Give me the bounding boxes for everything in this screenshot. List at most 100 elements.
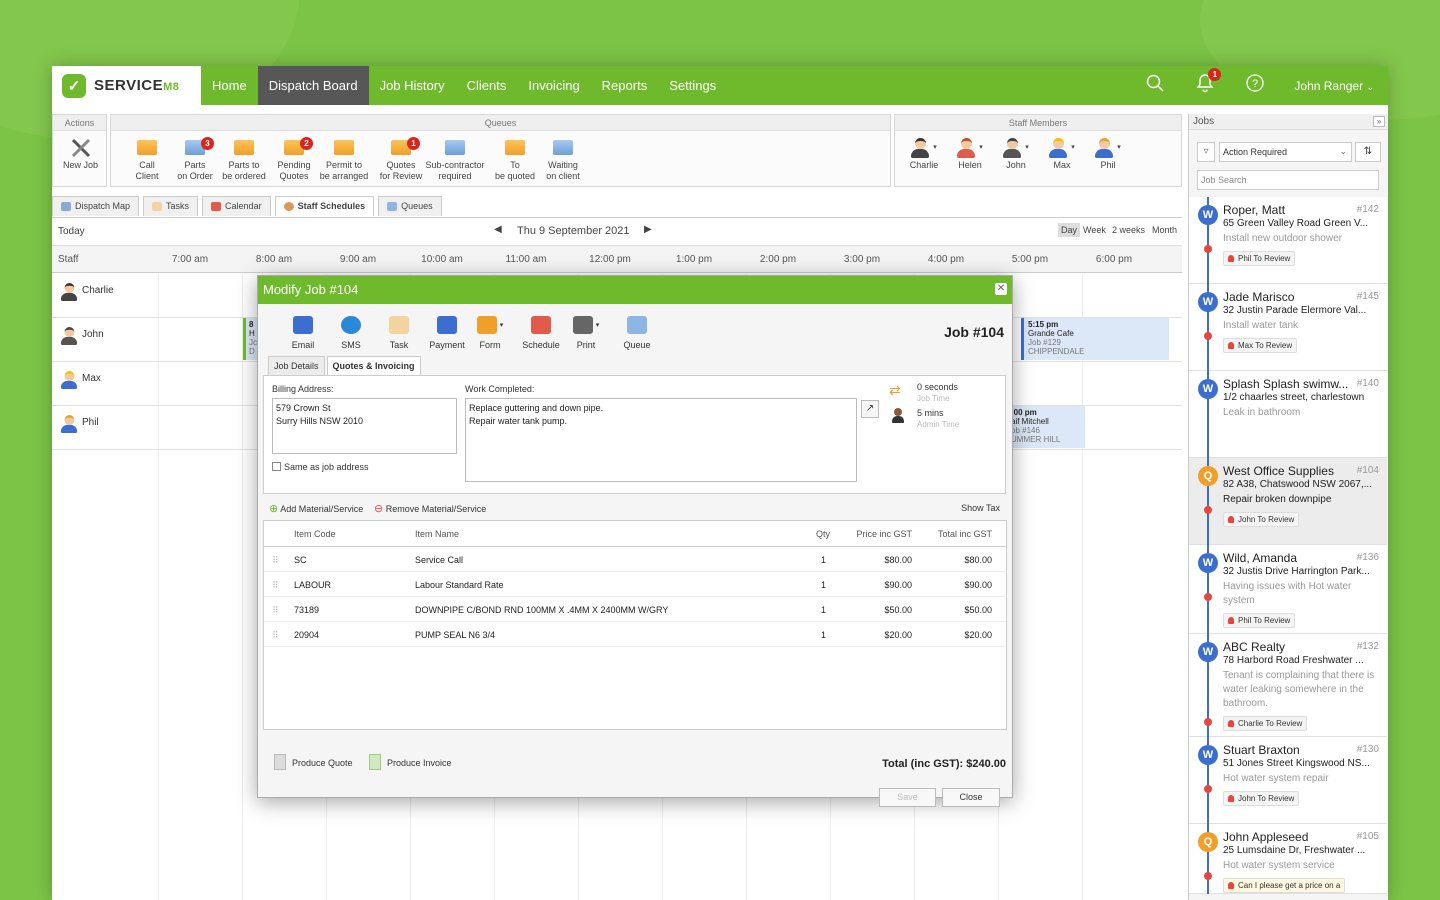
staff-max[interactable]: ▾ Max bbox=[1041, 135, 1083, 171]
job-card[interactable]: W Jade Marisco #145 32 Justin Parade Elermo… bbox=[1189, 284, 1387, 371]
job-card[interactable]: W Wild, Amanda #136 32 Justis Drive Harring… bbox=[1189, 545, 1387, 634]
tab-queues[interactable]: Queues bbox=[378, 196, 442, 216]
review-tag[interactable]: John To Review bbox=[1223, 791, 1300, 806]
job-card[interactable]: Q John Appleseed #105 25 Lumsdaine Dr, Fres… bbox=[1189, 824, 1387, 894]
nav-dispatch-board[interactable]: Dispatch Board bbox=[257, 66, 369, 105]
view-month[interactable]: Month bbox=[1152, 225, 1177, 235]
tool-label: Print bbox=[576, 340, 596, 350]
tab-job-details[interactable]: Job Details bbox=[268, 356, 325, 375]
review-tag[interactable]: John To Review bbox=[1223, 512, 1300, 527]
review-tag[interactable]: Phil To Review bbox=[1223, 251, 1296, 266]
tab-tasks[interactable]: Tasks bbox=[143, 196, 199, 216]
nav-reports[interactable]: Reports bbox=[591, 66, 659, 105]
produce-invoice-button[interactable]: Produce Invoice bbox=[369, 754, 452, 770]
queue-quotes-for-review[interactable]: 1 Quotes for Review bbox=[371, 135, 431, 182]
new-job-button[interactable]: New Job bbox=[58, 135, 103, 171]
tool-task[interactable]: Task bbox=[374, 312, 424, 350]
tool-schedule[interactable]: Schedule bbox=[516, 312, 566, 350]
sort-icon[interactable]: ⇅ bbox=[1355, 142, 1381, 162]
tool-sms[interactable]: SMS bbox=[326, 312, 376, 350]
view-day[interactable]: Day bbox=[1058, 223, 1081, 237]
table-row[interactable]: ⠿ SC Service Call 1 $80.00 $80.00 bbox=[264, 547, 1006, 572]
today-button[interactable]: Today bbox=[58, 226, 85, 237]
filter-icon[interactable]: ▿ bbox=[1197, 142, 1215, 162]
review-tag[interactable]: Charlie To Review bbox=[1223, 716, 1308, 731]
queue-permit-to-be-arranged[interactable]: Permit to be arranged bbox=[314, 135, 374, 182]
tab-dispatch-map[interactable]: Dispatch Map bbox=[52, 196, 140, 216]
filter-value: Action Required bbox=[1223, 147, 1288, 157]
user-menu[interactable]: John Ranger ⌄ bbox=[1294, 79, 1374, 93]
app-window: ✓ SERVICEM8 Home Dispatch Board Job Hist… bbox=[52, 66, 1388, 900]
nav-home[interactable]: Home bbox=[201, 66, 258, 105]
job-search-input[interactable]: Job Search bbox=[1197, 170, 1379, 190]
event-job-129[interactable]: 5:15 pm Grande Cafe Job #129 CHIPPENDALE bbox=[1021, 318, 1169, 360]
bell-icon[interactable]: 1 bbox=[1194, 68, 1222, 98]
table-row[interactable]: ⠿ 20904 PUMP SEAL N6 3/4 1 $20.00 $20.00 bbox=[264, 622, 1006, 647]
staff-john[interactable]: ▾ John bbox=[995, 135, 1037, 171]
produce-quote-button[interactable]: Produce Quote bbox=[274, 754, 353, 770]
next-day-icon[interactable]: ▶ bbox=[644, 224, 652, 235]
queue-waiting-on-client[interactable]: Waiting on client bbox=[533, 135, 593, 182]
tool-queue[interactable]: Queue bbox=[612, 312, 662, 350]
expand-icon[interactable]: ↗ bbox=[861, 400, 879, 418]
view-2-weeks[interactable]: 2 weeks bbox=[1112, 225, 1145, 235]
nav-clients[interactable]: Clients bbox=[456, 66, 518, 105]
tool-form[interactable]: ▾ Form bbox=[465, 312, 515, 350]
tab-staff-schedules[interactable]: Staff Schedules bbox=[274, 196, 375, 216]
cell-name: Labour Standard Rate bbox=[415, 580, 504, 590]
table-row[interactable]: ⠿ 73189 DOWNPIPE C/BOND RND 100MM X .4MM X… bbox=[264, 597, 1006, 622]
table-row[interactable]: ⠿ LABOUR Labour Standard Rate 1 $90.00 $90.00 bbox=[264, 572, 1006, 597]
job-card[interactable]: W Splash Splash swimw... #140 1/2 chaarles … bbox=[1189, 371, 1387, 458]
save-button[interactable]: Save bbox=[879, 788, 936, 807]
servicem8-logo[interactable]: ✓ SERVICEM8 bbox=[52, 66, 201, 105]
add-material-button[interactable]: ⊕ Add Material/Service bbox=[269, 502, 363, 515]
job-card[interactable]: W Roper, Matt #142 65 Green Valley Road Gre… bbox=[1189, 197, 1387, 284]
drag-handle-icon[interactable]: ⠿ bbox=[272, 580, 279, 591]
job-description: Repair broken downpipe bbox=[1223, 494, 1332, 505]
job-number: #105 bbox=[1356, 831, 1379, 842]
review-tag[interactable]: Can I please get a price on a bbox=[1223, 878, 1346, 893]
avatar-body bbox=[1049, 148, 1068, 158]
avatar bbox=[60, 371, 78, 389]
drag-handle-icon[interactable]: ⠿ bbox=[272, 630, 279, 641]
nav-invoicing[interactable]: Invoicing bbox=[517, 66, 590, 105]
close-icon[interactable]: ✕ bbox=[995, 283, 1007, 295]
review-tag[interactable]: Phil To Review bbox=[1223, 613, 1296, 628]
tool-print[interactable]: ▾ Print bbox=[561, 312, 611, 350]
work-completed-field[interactable]: Replace guttering and down pipe. Repair … bbox=[465, 398, 857, 482]
tab-label: Queues bbox=[401, 201, 433, 211]
billing-address-field[interactable]: 579 Crown St Surry Hills NSW 2010 bbox=[272, 398, 457, 454]
drag-handle-icon[interactable]: ⠿ bbox=[272, 605, 279, 616]
drag-handle-icon[interactable]: ⠿ bbox=[272, 555, 279, 566]
tab-quotes-invoicing[interactable]: Quotes & Invoicing bbox=[326, 356, 421, 375]
queue-icon bbox=[612, 312, 662, 337]
tool-email[interactable]: Email bbox=[278, 312, 328, 350]
event-job-146[interactable]: :00 pm aif Mitchell ob #146 UMMER HILL bbox=[1011, 406, 1085, 448]
prev-day-icon[interactable]: ◀ bbox=[494, 224, 502, 235]
queue-sub-contractor-required[interactable]: Sub-contractor required bbox=[425, 135, 485, 182]
job-card[interactable]: W Stuart Braxton #130 51 Jones Street Kings… bbox=[1189, 737, 1387, 824]
collapse-panel-icon[interactable]: » bbox=[1373, 116, 1385, 127]
nav-job-history[interactable]: Job History bbox=[369, 66, 456, 105]
event-job: ob #146 bbox=[1011, 426, 1040, 435]
admin-time-label: Admin Time bbox=[917, 420, 960, 429]
review-tag[interactable]: Max To Review bbox=[1223, 338, 1298, 353]
search-icon[interactable] bbox=[1144, 74, 1166, 97]
job-address: 78 Harbord Road Freshwater ... bbox=[1223, 655, 1364, 666]
remove-material-button[interactable]: ⊖ Remove Material/Service bbox=[374, 502, 486, 515]
show-tax-toggle[interactable]: Show Tax bbox=[961, 503, 1000, 513]
close-button[interactable]: Close bbox=[942, 788, 1000, 807]
tab-calendar[interactable]: Calendar bbox=[202, 196, 271, 216]
nav-settings[interactable]: Settings bbox=[658, 66, 727, 105]
help-icon[interactable]: ? bbox=[1244, 74, 1266, 97]
job-card[interactable]: W ABC Realty #132 78 Harbord Road Freshwate… bbox=[1189, 634, 1387, 737]
same-address-checkbox[interactable]: Same as job address bbox=[272, 462, 369, 472]
job-card[interactable]: Q West Office Supplies #104 82 A38, Chatswo… bbox=[1189, 458, 1387, 545]
status-dot bbox=[1204, 785, 1212, 793]
staff-phil[interactable]: ▾ Phil bbox=[1087, 135, 1129, 171]
job-number: #130 bbox=[1356, 744, 1379, 755]
view-week[interactable]: Week bbox=[1083, 225, 1106, 235]
staff-helen[interactable]: ▾ Helen bbox=[949, 135, 991, 171]
jobs-filter-select[interactable]: Action Required ⌄ bbox=[1219, 142, 1352, 162]
staff-charlie[interactable]: ▾ Charlie bbox=[903, 135, 945, 171]
